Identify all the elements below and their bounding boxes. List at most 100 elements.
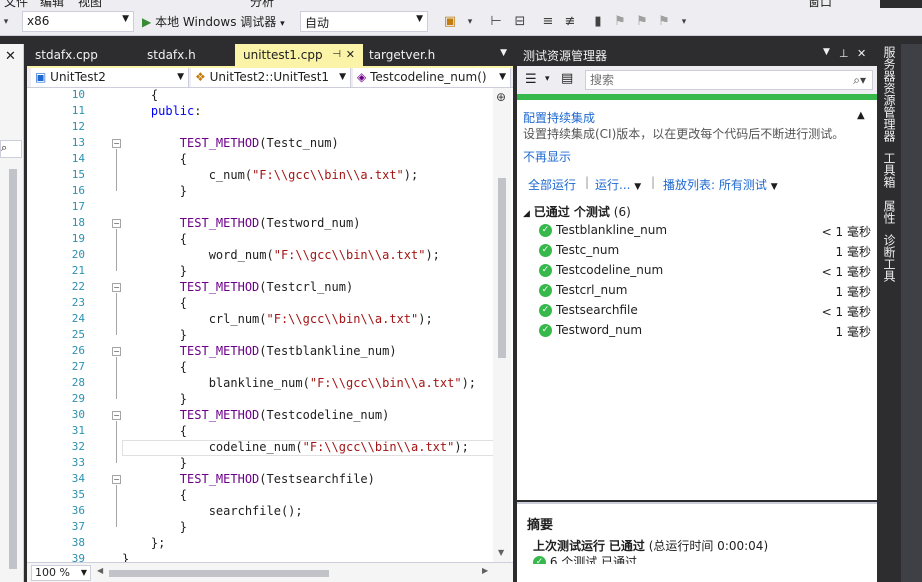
test-row[interactable]: ✓ Testc_num 1 毫秒 — [539, 243, 873, 261]
test-search-input[interactable]: 搜索 ⌕▾ — [585, 70, 873, 90]
code-line[interactable]: TEST_METHOD(Testcrl_num) — [122, 280, 353, 294]
test-row[interactable]: ✓ Testword_num 1 毫秒 — [539, 323, 873, 341]
method-select[interactable]: ◈ Testcodeline_num() ▼ — [353, 68, 511, 87]
code-line[interactable]: } — [122, 392, 187, 406]
code-line[interactable]: { — [122, 296, 187, 310]
bookmark-icon[interactable]: ▮ — [590, 14, 606, 30]
uncomment-icon[interactable]: ≢ — [562, 14, 578, 30]
code-line[interactable]: } — [122, 552, 129, 562]
chevron-down-icon[interactable]: ▾ — [545, 74, 550, 84]
code-line[interactable]: word_num("F:\\gcc\\bin\\a.txt"); — [122, 248, 440, 262]
close-icon[interactable]: ✕ — [857, 47, 866, 60]
zoom-select[interactable]: 100 % ▼ — [31, 565, 91, 581]
code-line[interactable]: { — [122, 152, 187, 166]
test-row[interactable]: ✓ Testcodeline_num < 1 毫秒 — [539, 263, 873, 281]
split-editor-icon[interactable]: ⊕ — [496, 90, 506, 104]
code-line[interactable]: } — [122, 520, 187, 534]
code-line[interactable]: searchfile(); — [122, 504, 303, 518]
tab-toolbox[interactable]: 工具箱 — [881, 152, 897, 188]
fold-toggle-icon[interactable]: − — [112, 139, 121, 148]
menu-item[interactable]: 文件 — [4, 0, 28, 8]
code-line[interactable]: public: — [122, 104, 202, 118]
fold-toggle-icon[interactable]: − — [112, 475, 121, 484]
code-line[interactable]: TEST_METHOD(Testsearchfile) — [122, 472, 375, 486]
dropdown-arrow-icon[interactable]: ▾ — [0, 14, 12, 30]
code-line[interactable]: blankline_num("F:\\gcc\\bin\\a.txt"); — [122, 376, 476, 390]
configure-ci-link[interactable]: 配置持续集成 — [523, 109, 595, 126]
step-icon[interactable]: ⊢ — [488, 14, 504, 30]
playlist-link[interactable]: 播放列表: 所有测试 ▼ — [663, 176, 778, 193]
group-by-icon[interactable]: ☰ — [525, 72, 537, 87]
run-link[interactable]: 运行... ▼ — [595, 176, 641, 193]
search-icon[interactable]: ⌕▾ — [853, 71, 866, 89]
collapse-icon[interactable]: ▲ — [857, 110, 865, 121]
scroll-left-icon[interactable]: ◀ — [97, 566, 103, 575]
code-line[interactable]: { — [122, 360, 187, 374]
fold-toggle-icon[interactable]: − — [112, 219, 121, 228]
pin-icon[interactable]: ⊣ — [332, 44, 341, 66]
next-bookmark-icon[interactable]: ⚑ — [634, 14, 650, 30]
chevron-down-icon[interactable]: ▼ — [500, 48, 507, 58]
tab-diagnostic-tools[interactable]: 诊断工具 — [881, 234, 897, 282]
code-line[interactable]: TEST_METHOD(Testcodeline_num) — [122, 408, 390, 422]
code-line[interactable]: TEST_METHOD(Testblankline_num) — [122, 344, 397, 358]
fold-toggle-icon[interactable]: − — [112, 347, 121, 356]
passed-group-header[interactable]: ◢ 已通过 个测试 (6) — [523, 203, 631, 220]
scroll-thumb[interactable] — [498, 178, 506, 358]
platform-select[interactable]: x86 ▼ — [22, 11, 134, 32]
clear-bookmarks-icon[interactable]: ⚑ — [656, 14, 672, 30]
step-over-icon[interactable]: ⊟ — [512, 14, 528, 30]
code-line[interactable]: } — [122, 184, 187, 198]
close-icon[interactable]: ✕ — [346, 44, 355, 66]
start-debug-button[interactable]: ▶ 本地 Windows 调试器 ▾ — [142, 12, 285, 32]
playlist-icon[interactable]: ▤ — [561, 71, 573, 86]
project-select[interactable]: ▣ UnitTest2 ▼ — [31, 68, 189, 87]
code-line[interactable]: { — [122, 232, 187, 246]
code-line[interactable]: { — [122, 424, 187, 438]
tab-unittest1-cpp[interactable]: unittest1.cpp ⊣ ✕ — [235, 44, 363, 66]
menu-item[interactable]: 分析 — [250, 0, 274, 8]
pin-icon[interactable]: ⊥ — [839, 47, 849, 60]
code-line[interactable]: } — [122, 328, 187, 342]
find-icon[interactable]: ▣ — [442, 14, 458, 30]
code-line[interactable]: { — [122, 488, 187, 502]
run-all-link[interactable]: 全部运行 — [528, 176, 576, 193]
vertical-scrollbar[interactable]: ⊕ ▼ — [493, 88, 511, 562]
code-line[interactable]: TEST_METHOD(Testword_num) — [122, 216, 361, 230]
search-icon[interactable]: ⌕ — [0, 140, 22, 158]
code-line[interactable]: } — [122, 456, 187, 470]
code-line[interactable]: { — [122, 88, 158, 102]
tab-stdafx-h[interactable]: stdafx.h — [139, 44, 231, 66]
comment-icon[interactable]: ≡ — [540, 14, 556, 30]
test-row[interactable]: ✓ Testblankline_num < 1 毫秒 — [539, 223, 873, 241]
scroll-down-icon[interactable]: ▼ — [498, 548, 504, 557]
code-line[interactable]: c_num("F:\\gcc\\bin\\a.txt"); — [122, 168, 419, 182]
code-line[interactable]: crl_num("F:\\gcc\\bin\\a.txt"); — [122, 312, 433, 326]
fold-toggle-icon[interactable]: − — [112, 283, 121, 292]
menu-item[interactable]: 编辑 — [40, 0, 64, 8]
menu-item[interactable]: 视图 — [78, 0, 102, 8]
chevron-down-icon[interactable]: ▾ — [462, 14, 478, 30]
scroll-right-icon[interactable]: ▶ — [482, 566, 488, 575]
menu-item[interactable]: 窗口 — [808, 0, 832, 8]
fold-toggle-icon[interactable]: − — [112, 411, 121, 420]
tab-targetver-h[interactable]: targetver.h — [361, 44, 471, 66]
code-line[interactable]: TEST_METHOD(Testc_num) — [122, 136, 339, 150]
prev-bookmark-icon[interactable]: ⚑ — [612, 14, 628, 30]
code-line[interactable]: } — [122, 264, 187, 278]
class-select[interactable]: ❖ UnitTest2::UnitTest1 ▼ — [191, 68, 351, 87]
tab-properties[interactable]: 属性 — [881, 200, 897, 224]
close-icon[interactable]: ✕ — [5, 49, 16, 64]
code-line[interactable]: codeline_num("F:\\gcc\\bin\\a.txt"); — [122, 440, 469, 454]
dismiss-link[interactable]: 不再显示 — [523, 148, 571, 165]
code-line[interactable]: }; — [122, 536, 165, 550]
toolbar-overflow-icon[interactable]: ▾ — [676, 14, 692, 30]
horizontal-scrollbar[interactable] — [109, 570, 329, 577]
test-row[interactable]: ✓ Testsearchfile < 1 毫秒 — [539, 303, 873, 321]
config-select[interactable]: 自动 ▼ — [300, 11, 428, 32]
chevron-down-icon[interactable]: ▼ — [823, 47, 830, 57]
window-control[interactable] — [880, 0, 922, 8]
tab-server-explorer[interactable]: 服务器资源管理器 — [881, 46, 897, 142]
code-editor[interactable]: 10 11 12 13 14 15 16 17 18 19 20 21 22 23 24 25 26 27 28 29… — [27, 88, 513, 562]
test-row[interactable]: ✓ Testcrl_num 1 毫秒 — [539, 283, 873, 301]
